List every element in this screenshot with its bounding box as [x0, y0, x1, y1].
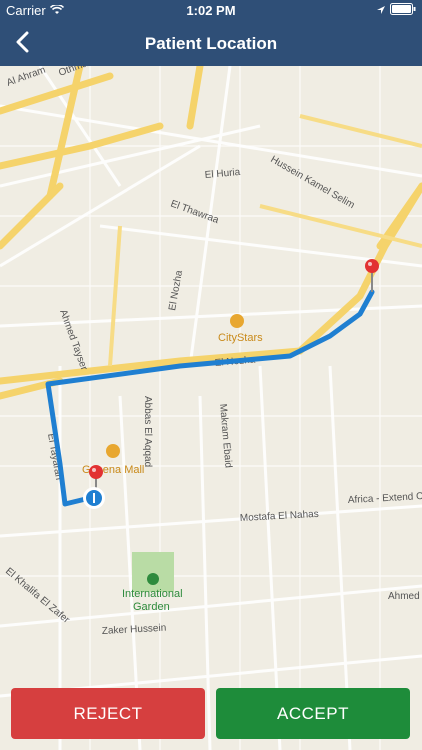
reject-button[interactable]: REJECT [11, 688, 205, 739]
status-right [376, 3, 416, 18]
status-bar: Carrier 1:02 PM [0, 0, 422, 22]
street-label: Ahmed [388, 591, 420, 602]
poi-garden-line1: International [122, 588, 183, 600]
poi-citystars: CityStars [218, 332, 263, 344]
shopping-icon [106, 444, 120, 458]
status-time: 1:02 PM [186, 3, 236, 18]
page-title: Patient Location [144, 34, 278, 53]
park-area [132, 552, 174, 592]
street-label: Abbas El Aqqad [142, 396, 153, 467]
accept-button[interactable]: ACCEPT [216, 688, 410, 739]
shopping-icon [230, 314, 244, 328]
battery-icon [390, 3, 416, 18]
location-arrow-icon [376, 3, 386, 18]
map-view[interactable]: Al Ahram Othman Ibn Affan El Huria Husse… [0, 66, 422, 750]
park-icon [147, 573, 159, 585]
current-location-icon[interactable] [83, 487, 105, 509]
poi-garden-line2: Garden [133, 601, 170, 613]
map-canvas: Al Ahram Othman Ibn Affan El Huria Husse… [0, 66, 422, 750]
nav-bar: Patient Location [0, 22, 422, 66]
